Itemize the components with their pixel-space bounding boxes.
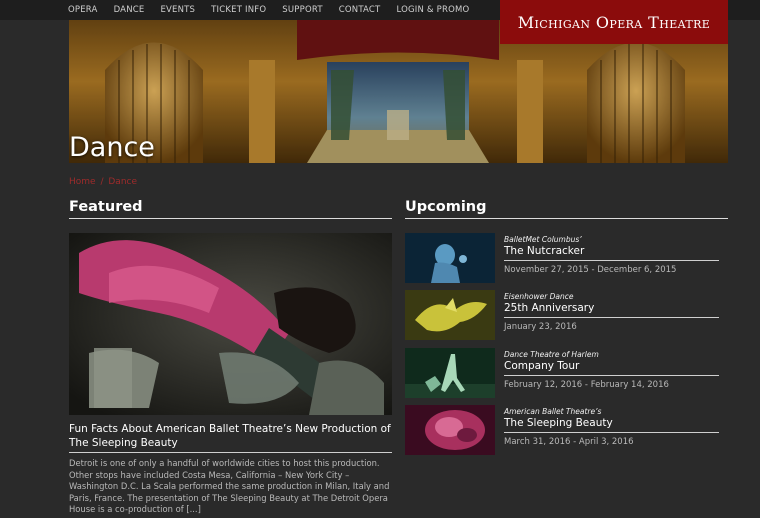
featured-divider: [69, 218, 392, 219]
nav-item-contact[interactable]: CONTACT: [339, 5, 381, 15]
event-title[interactable]: The Nutcracker: [504, 245, 584, 257]
harlem-dancers-image: [405, 348, 495, 398]
breadcrumb-home[interactable]: Home: [69, 177, 96, 187]
logo-text: Michigan Opera Theatre: [517, 12, 711, 32]
event-divider: [504, 375, 719, 376]
upcoming-divider: [405, 218, 728, 219]
event-title[interactable]: 25th Anniversary: [504, 302, 594, 314]
page-title: Dance: [69, 132, 155, 163]
event-company: American Ballet Theatre’s: [504, 407, 602, 416]
nutcracker-image: [405, 233, 495, 283]
breadcrumb: Home / Dance: [69, 177, 137, 187]
event-dates: November 27, 2015 - December 6, 2015: [504, 265, 677, 275]
event-divider: [504, 432, 719, 433]
featured-article-excerpt: Detroit is one of only a handful of worl…: [69, 458, 390, 514]
upcoming-event[interactable]: American Ballet Theatre’s The Sleeping B…: [405, 405, 719, 455]
event-company: BalletMet Columbus’: [504, 235, 582, 244]
nav-item-dance[interactable]: DANCE: [114, 5, 145, 15]
event-thumbnail[interactable]: [405, 405, 495, 455]
breadcrumb-separator: /: [100, 177, 104, 187]
sleeping-beauty-image: [405, 405, 495, 455]
event-thumbnail[interactable]: [405, 348, 495, 398]
nav-item-support[interactable]: SUPPORT: [282, 5, 322, 15]
event-dates: January 23, 2016: [504, 322, 577, 332]
nav-item-login-promo[interactable]: LOGIN & PROMO: [396, 5, 469, 15]
breadcrumb-current: Dance: [108, 177, 138, 187]
site-logo[interactable]: Michigan Opera Theatre: [500, 0, 728, 44]
anniversary-dancer-image: [405, 290, 495, 340]
nav-item-opera[interactable]: OPERA: [68, 5, 98, 15]
featured-article-title[interactable]: Fun Facts About American Ballet Theatre’…: [69, 423, 392, 450]
upcoming-event[interactable]: BalletMet Columbus’ The Nutcracker Novem…: [405, 233, 719, 283]
event-thumbnail[interactable]: [405, 290, 495, 340]
featured-heading: Featured: [69, 199, 143, 215]
event-divider: [504, 317, 719, 318]
event-dates: February 12, 2016 - February 14, 2016: [504, 380, 669, 390]
upcoming-heading: Upcoming: [405, 199, 487, 215]
event-company: Eisenhower Dance: [504, 292, 574, 301]
event-dates: March 31, 2016 - April 3, 2016: [504, 437, 634, 447]
event-company: Dance Theatre of Harlem: [504, 350, 599, 359]
sleeping-beauty-dancer-image: [69, 233, 392, 415]
upcoming-event[interactable]: Dance Theatre of Harlem Company Tour Feb…: [405, 348, 719, 398]
nav-item-events[interactable]: EVENTS: [160, 5, 195, 15]
event-divider: [504, 260, 719, 261]
nav-item-ticket-info[interactable]: TICKET INFO: [211, 5, 266, 15]
event-title[interactable]: Company Tour: [504, 360, 579, 372]
event-thumbnail[interactable]: [405, 233, 495, 283]
featured-image[interactable]: [69, 233, 392, 415]
event-title[interactable]: The Sleeping Beauty: [504, 417, 613, 429]
upcoming-event[interactable]: Eisenhower Dance 25th Anniversary Januar…: [405, 290, 719, 340]
featured-title-divider: [69, 452, 392, 453]
